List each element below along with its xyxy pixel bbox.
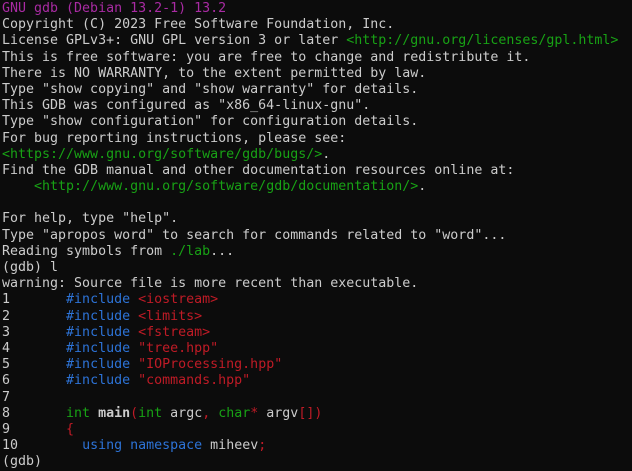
terminal-text-segment: #include [66,325,130,340]
terminal-text-segment [130,341,138,356]
terminal-text-segment: 2 [2,309,66,324]
terminal-text-segment: 6 [2,373,66,388]
source-line-1: 1 #include <iostream> [2,292,632,308]
terminal-text-segment [130,292,138,307]
terminal-text-segment: For bug reporting instructions, please s… [2,131,346,146]
apropos-line: Type "apropos word" to search for comman… [2,228,632,244]
terminal-text-segment: 7 [2,390,10,405]
configured-line: This GDB was configured as "x86_64-linux… [2,98,632,114]
terminal-text-segment: <http://www.gnu.org/software/gdb/documen… [34,179,418,194]
bug-reporting-line: For bug reporting instructions, please s… [2,131,632,147]
terminal-text-segment: (gdb) [2,454,50,469]
terminal-text-segment [122,438,130,453]
terminal-text-segment: This GDB was configured as "x86_64-linux… [2,98,370,113]
terminal-text-segment: <limits> [138,309,202,324]
source-line-5: 5 #include "IOProcessing.hpp" [2,357,632,373]
terminal-text-segment: <fstream> [138,325,210,340]
terminal-text-segment: #include [66,292,130,307]
source-line-2: 2 #include <limits> [2,309,632,325]
license-line: License GPLv3+: GNU GPL version 3 or lat… [2,33,632,49]
source-line-4: 4 #include "tree.hpp" [2,341,632,357]
reading-symbols-line: Reading symbols from ./lab... [2,244,632,260]
terminal-text-segment: License GPLv3+: GNU GPL version 3 or lat… [2,33,346,48]
terminal-text-segment: "tree.hpp" [138,341,218,356]
terminal-text-segment: Type "show copying" and "show warranty" … [2,82,418,97]
source-line-9: 9 { [2,422,632,438]
terminal-text-segment: <https://www.gnu.org/software/gdb/bugs/> [2,147,322,162]
terminal-text-segment: 4 [2,341,66,356]
documentation-url-line: <http://www.gnu.org/software/gdb/documen… [2,179,632,195]
terminal-text-segment: Copyright (C) 2023 Free Software Foundat… [2,17,394,32]
terminal-text-segment: #include [66,373,130,388]
terminal-text-segment: For help, type "help". [2,211,178,226]
bugs-url-line: <https://www.gnu.org/software/gdb/bugs/>… [2,147,632,163]
terminal-text-segment: ( [130,406,138,421]
terminal-text-segment [2,179,34,194]
terminal-text-segment: #include [66,309,130,324]
terminal-text-segment: int [66,406,90,421]
terminal-text-segment: namespace [130,438,202,453]
terminal-text-segment: There is NO WARRANTY, to the extent perm… [2,66,426,81]
terminal-text-segment: ./lab [170,244,210,259]
terminal-text-segment: (gdb) l [2,260,58,275]
help-line: For help, type "help". [2,211,632,227]
terminal-text-segment: Reading symbols from [2,244,170,259]
source-line-6: 6 #include "commands.hpp" [2,373,632,389]
source-line-10: 10 using namespace miheev; [2,438,632,454]
terminal-text-segment: . [418,179,426,194]
source-line-8: 8 int main(int argc, char* argv[]) [2,406,632,422]
terminal-text-segment: 5 [2,357,66,372]
terminal-text-segment: <iostream> [138,292,218,307]
terminal-text-segment: "IOProcessing.hpp" [138,357,282,372]
terminal-text-segment: Find the GDB manual and other documentat… [2,163,514,178]
terminal-text-segment: GNU gdb (Debian 13.2-1) 13.2 [2,1,226,16]
terminal-text-segment: 8 [2,406,66,421]
terminal-text-segment: This is free software: you are free to c… [2,50,530,65]
terminal-text-segment: Type "show configuration" for configurat… [2,114,418,129]
source-line-3: 3 #include <fstream> [2,325,632,341]
terminal-text-segment: argv [258,406,298,421]
terminal-text-segment: #include [66,341,130,356]
gdb-version-line: GNU gdb (Debian 13.2-1) 13.2 [2,1,632,17]
terminal-text-segment: "commands.hpp" [138,373,250,388]
terminal-text-segment: 3 [2,325,66,340]
warranty-line: There is NO WARRANTY, to the extent perm… [2,66,632,82]
terminal-text-segment: <http://gnu.org/licenses/gpl.html> [346,33,618,48]
terminal-text-segment: argc [162,406,202,421]
terminal-text-segment: []) [298,406,322,421]
show-configuration-line: Type "show configuration" for configurat… [2,114,632,130]
blank-line [2,195,632,211]
terminal-text-segment: int [138,406,162,421]
prompt-line[interactable]: (gdb) [2,454,632,470]
terminal-text-segment: using [82,438,122,453]
terminal-text-segment: #include [66,357,130,372]
manual-line: Find the GDB manual and other documentat… [2,163,632,179]
copyright-line: Copyright (C) 2023 Free Software Foundat… [2,17,632,33]
terminal-text-segment: 9 [2,422,66,437]
free-software-line: This is free software: you are free to c… [2,50,632,66]
terminal-text-segment: 10 [2,438,82,453]
terminal-text-segment [90,406,98,421]
terminal-text-segment: char [218,406,250,421]
terminal-text-segment [130,309,138,324]
show-copying-line: Type "show copying" and "show warranty" … [2,82,632,98]
terminal-text-segment: miheev [202,438,258,453]
terminal-text-segment [130,325,138,340]
gdb-terminal[interactable]: GNU gdb (Debian 13.2-1) 13.2Copyright (C… [0,0,632,471]
prompt-list-command-line: (gdb) l [2,260,632,276]
source-line-7: 7 [2,390,632,406]
warning-line: warning: Source file is more recent than… [2,276,632,292]
terminal-text-segment: warning: Source file is more recent than… [2,276,418,291]
terminal-text-segment: Type "apropos word" to search for comman… [2,228,506,243]
terminal-text-segment: ; [258,438,266,453]
terminal-text-segment [130,373,138,388]
terminal-text-segment: . [322,147,330,162]
terminal-text-segment: ... [210,244,234,259]
terminal-text-segment: { [66,422,74,437]
terminal-text-segment: 1 [2,292,66,307]
terminal-text-segment [130,357,138,372]
terminal-text-segment: main [98,406,130,421]
